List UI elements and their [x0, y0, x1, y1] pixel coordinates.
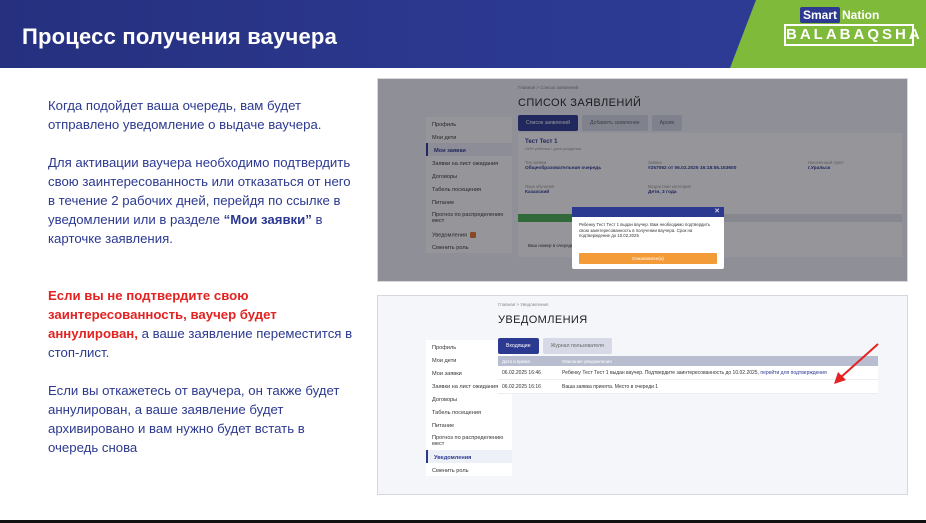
- paragraph-activation: Для активации ваучера необходимо подтвер…: [48, 153, 358, 248]
- page-title: СПИСОК ЗАЯВЛЕНИЙ: [518, 97, 642, 109]
- request-number-label: Заявка: [648, 160, 662, 165]
- sidebar-item-notifications[interactable]: Уведомления: [426, 227, 512, 240]
- breadcrumb: Главная > Уведомления: [498, 302, 549, 307]
- modal-message: Ребенку Тест Тест 1 выдан ваучер. Вам не…: [579, 222, 711, 238]
- logo-nation: Nation: [842, 8, 880, 22]
- request-age: Возрастная категория Дети, 3 года: [648, 184, 691, 195]
- notification-badge: [469, 232, 476, 238]
- request-age-label: Возрастная категория: [648, 184, 691, 189]
- slide-title: Процесс получения ваучера: [22, 24, 337, 49]
- sidebar-item-children[interactable]: Мои дети: [426, 130, 512, 143]
- sidebar-1: Профиль Мои дети Мои заявки Заявки на ли…: [426, 117, 512, 253]
- request-language: Язык обучения Казахский: [525, 184, 554, 195]
- tabs-1: Список заявлений Добавить заявление Архи…: [518, 115, 683, 131]
- tabs-2: Входящие Журнал пользователя: [498, 338, 612, 354]
- modal-header: ✕: [572, 207, 724, 217]
- logo-top-text: Smart Nation: [800, 7, 880, 23]
- page-title: УВЕДОМЛЕНИЯ: [498, 314, 588, 326]
- sidebar-item-nutrition[interactable]: Питание: [426, 195, 512, 208]
- request-type-value: Общеобразовательная очередь: [525, 166, 602, 171]
- request-type: Тип заявки Общеобразовательная очередь: [525, 160, 601, 171]
- tab-archive[interactable]: Архив: [651, 115, 683, 131]
- sidebar-item-my-requests[interactable]: Мои заявки: [426, 143, 512, 156]
- child-name: Тест Тест 1: [525, 139, 558, 145]
- sidebar-item-forecast[interactable]: Прогноз по распределению мест: [426, 208, 512, 227]
- notifications-label: Уведомления: [432, 232, 467, 239]
- request-region: Населенный пункт г.Уральск: [808, 160, 844, 171]
- voucher-modal: ✕ Ребенку Тест Тест 1 выдан ваучер. Вам …: [572, 207, 724, 269]
- brand-logo: Smart Nation BALABAQSHA: [716, 0, 926, 68]
- table-row: 06.02.2025 16:16 Ваша заявка принята. Ме…: [498, 380, 878, 394]
- close-icon[interactable]: ✕: [714, 208, 720, 216]
- child-sub: ИИН ребенка / дата рождения: [525, 146, 582, 151]
- request-language-value: Казахский: [525, 190, 550, 195]
- my-requests-bold: “Мои заявки”: [223, 212, 312, 227]
- request-number-value: #257062 от 06.02.2025 16:18:55.153600: [648, 166, 737, 171]
- row-text: Ребенку Тест Тест 1 выдан ваучер. Подтве…: [562, 369, 761, 376]
- request-age-value: Дети, 3 года: [648, 190, 677, 195]
- logo-balabaqsha: BALABAQSHA: [784, 24, 920, 46]
- paragraph-refusal: Если вы откажетесь от ваучера, он также …: [48, 383, 340, 455]
- request-language-label: Язык обучения: [525, 184, 555, 189]
- sidebar-item-attendance[interactable]: Табель посещения: [426, 182, 512, 195]
- header-date: Дата и время: [502, 358, 530, 364]
- row-date: 06.02.2025 16:46: [502, 369, 541, 376]
- confirm-link[interactable]: перейти для подтверждения: [760, 370, 826, 376]
- acknowledge-button[interactable]: Ознакомлен(а): [579, 253, 717, 264]
- tab-add-request[interactable]: Добавить заявление: [581, 115, 648, 131]
- screenshot-request-list: Профиль Мои дети Мои заявки Заявки на ли…: [377, 78, 908, 282]
- notifications-table: Дата и время Описание уведомления 06.02.…: [498, 356, 878, 394]
- table-header: Дата и время Описание уведомления: [498, 356, 878, 366]
- table-row: 06.02.2025 16:46 Ребенку Тест Тест 1 выд…: [498, 366, 878, 380]
- sidebar-item-profile[interactable]: Профиль: [426, 117, 512, 130]
- queue-number-label: Ваш номер в очереди: [528, 243, 574, 248]
- content-2: Главная > Уведомления УВЕДОМЛЕНИЯ Входящ…: [498, 296, 901, 494]
- tab-request-list[interactable]: Список заявлений: [518, 115, 578, 131]
- breadcrumb: Главная > Список заявлений: [518, 85, 579, 90]
- request-region-value: г.Уральск: [808, 166, 831, 171]
- tab-inbox[interactable]: Входящие: [498, 338, 539, 354]
- sidebar-item-change-role[interactable]: Сменить роль: [426, 240, 512, 253]
- red-arrow-icon: [834, 343, 879, 384]
- screenshot-notifications: Профиль Мои дети Мои заявки Заявки на ли…: [377, 295, 908, 495]
- row-date: 06.02.2025 16:16: [502, 383, 541, 390]
- slide-header: Процесс получения ваучера Smart Nation BA…: [0, 0, 926, 68]
- request-type-label: Тип заявки: [525, 160, 547, 165]
- sidebar-item-waitlist[interactable]: Заявки на лист ожидания: [426, 156, 512, 169]
- request-region-label: Населенный пункт: [808, 160, 845, 165]
- paragraph-warning: Если вы не подтвердите свою заинтересова…: [48, 286, 358, 362]
- logo-smart: Smart: [800, 7, 841, 23]
- request-number: Заявка #257062 от 06.02.2025 16:18:55.153…: [648, 160, 736, 171]
- sidebar-item-contracts[interactable]: Договоры: [426, 169, 512, 182]
- paragraph-notification: Когда подойдет ваша очередь, вам будет о…: [48, 98, 322, 132]
- tab-user-log[interactable]: Журнал пользователя: [542, 338, 612, 354]
